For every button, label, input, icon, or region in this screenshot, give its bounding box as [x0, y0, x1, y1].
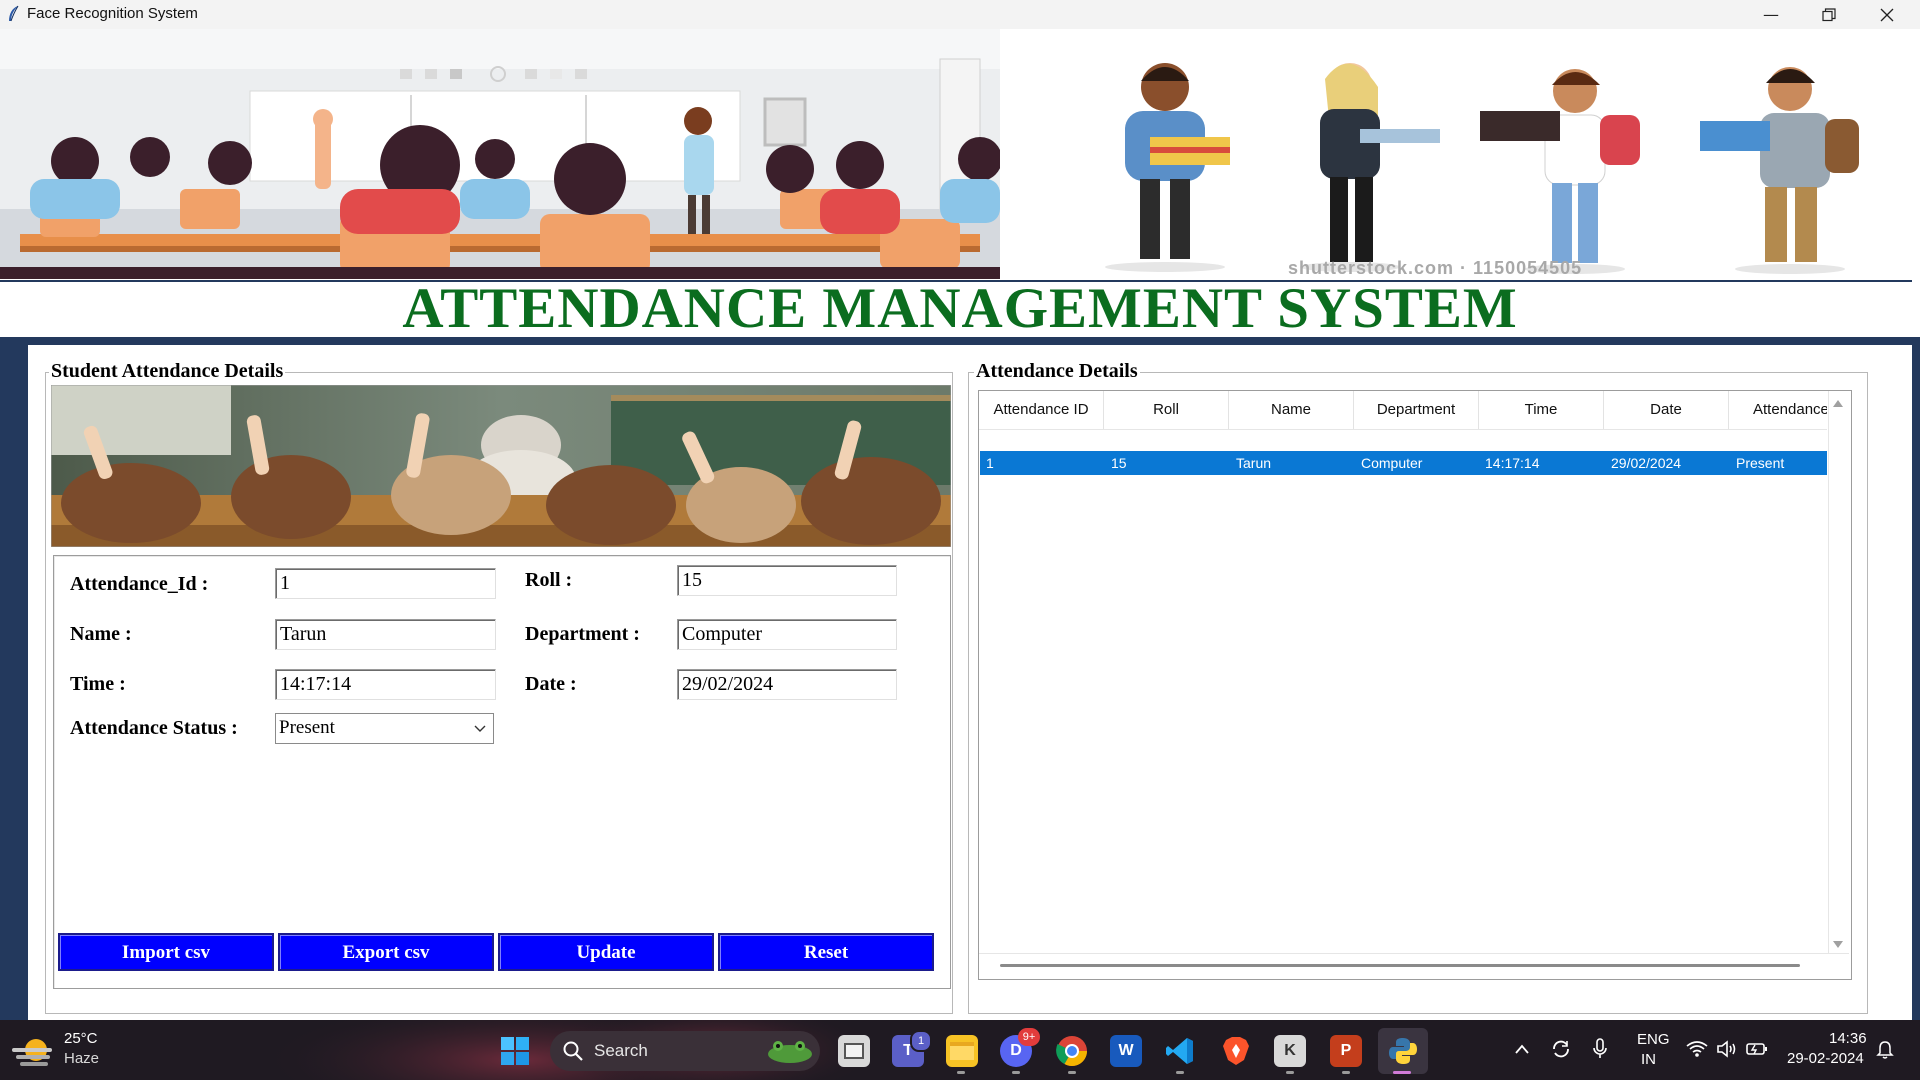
- wifi-icon[interactable]: [1686, 1040, 1708, 1058]
- microphone-icon[interactable]: [1592, 1038, 1608, 1060]
- chrome-icon[interactable]: [1056, 1035, 1088, 1067]
- file-explorer-icon[interactable]: [946, 1035, 978, 1067]
- search-icon: [563, 1041, 583, 1061]
- discord-badge: 9+: [1018, 1028, 1040, 1046]
- column-header-attendance-id[interactable]: Attendance ID: [979, 391, 1104, 429]
- running-indicator: [1012, 1071, 1020, 1074]
- date-field[interactable]: 29/02/2024: [677, 669, 897, 700]
- cell-department: Computer: [1361, 455, 1423, 471]
- time-label: Time :: [70, 673, 126, 695]
- frog-search-highlight-icon: [768, 1041, 812, 1063]
- running-indicator: [957, 1071, 965, 1074]
- cell-attendance-id: 1: [986, 455, 994, 471]
- window-title-bar[interactable]: [0, 0, 1920, 29]
- reset-button[interactable]: Reset: [718, 933, 934, 971]
- cell-time: 14:17:14: [1485, 455, 1540, 471]
- attendance-id-field[interactable]: 1: [275, 568, 496, 599]
- cell-date: 29/02/2024: [1611, 455, 1682, 471]
- cell-attendance: Present: [1736, 455, 1785, 471]
- brave-icon[interactable]: [1220, 1035, 1252, 1067]
- column-header-department[interactable]: Department: [1354, 391, 1479, 429]
- weather-temperature: 25°C: [64, 1030, 98, 1047]
- vscode-icon[interactable]: [1164, 1035, 1196, 1067]
- battery-icon[interactable]: [1746, 1041, 1768, 1057]
- active-indicator: [1393, 1071, 1411, 1074]
- minimize-button[interactable]: —: [1742, 0, 1800, 29]
- language-indicator-line1[interactable]: ENG: [1637, 1031, 1670, 1048]
- teams-badge: 1: [910, 1030, 932, 1052]
- cell-name: Tarun: [1236, 455, 1272, 471]
- feather-app-icon: [9, 5, 19, 22]
- column-header-roll[interactable]: Roll: [1104, 391, 1229, 429]
- chevron-down-icon: [474, 725, 486, 732]
- students-banner-image: [1000, 29, 1920, 279]
- start-icon[interactable]: [500, 1036, 530, 1066]
- department-field[interactable]: Computer: [677, 619, 897, 650]
- update-button[interactable]: Update: [498, 933, 714, 971]
- close-icon: [1880, 8, 1894, 21]
- running-indicator: [1176, 1071, 1184, 1074]
- attendance-details-legend: Attendance Details: [974, 360, 1140, 383]
- scroll-down-icon[interactable]: [1832, 940, 1844, 950]
- kodular-icon[interactable]: K: [1274, 1035, 1306, 1067]
- attendance-status-value: Present: [279, 717, 335, 738]
- running-indicator: [1342, 1071, 1350, 1074]
- close-button[interactable]: [1858, 0, 1916, 29]
- department-label: Department :: [525, 623, 640, 645]
- restore-icon: [1822, 7, 1836, 21]
- task-view-icon[interactable]: [838, 1035, 870, 1067]
- scroll-up-icon[interactable]: [1832, 398, 1844, 408]
- import-csv-button[interactable]: Import csv: [58, 933, 274, 971]
- minimize-icon: —: [1763, 5, 1779, 24]
- roll-label: Roll :: [525, 569, 573, 591]
- volume-icon[interactable]: [1716, 1040, 1738, 1058]
- chevron-up-icon[interactable]: [1514, 1043, 1530, 1055]
- roll-field[interactable]: 15: [677, 565, 897, 596]
- attendance-status-select[interactable]: Present: [275, 713, 494, 744]
- column-header-attendance[interactable]: Attendance: [1729, 391, 1827, 429]
- column-header-date[interactable]: Date: [1604, 391, 1729, 429]
- clock-date[interactable]: 29-02-2024: [1787, 1050, 1864, 1067]
- attendance-id-label: Attendance_Id :: [70, 573, 209, 595]
- search-placeholder: Search: [594, 1041, 648, 1060]
- time-field[interactable]: 14:17:14: [275, 669, 496, 700]
- running-indicator: [1286, 1071, 1294, 1074]
- column-header-time[interactable]: Time: [1479, 391, 1604, 429]
- cell-roll: 15: [1111, 455, 1127, 471]
- weather-condition: Haze: [64, 1050, 100, 1067]
- horizontal-scroll-thumb[interactable]: [1000, 964, 1800, 967]
- python-icon[interactable]: [1387, 1035, 1419, 1067]
- export-csv-button[interactable]: Export csv: [278, 933, 494, 971]
- date-label: Date :: [525, 673, 577, 695]
- word-icon[interactable]: W: [1110, 1035, 1142, 1067]
- vertical-scrollbar[interactable]: [1828, 391, 1850, 953]
- attendance-status-label: Attendance Status :: [70, 717, 238, 739]
- notification-bell-icon[interactable]: [1876, 1040, 1894, 1060]
- weather-icon[interactable]: [6, 1030, 56, 1070]
- classroom-banner-image: [0, 29, 1000, 279]
- classroom-photo: [51, 385, 951, 547]
- student-attendance-details-legend: Student Attendance Details: [49, 360, 286, 383]
- name-field[interactable]: Tarun: [275, 619, 496, 650]
- running-indicator: [1068, 1071, 1076, 1074]
- restore-button[interactable]: [1800, 0, 1858, 29]
- language-indicator-line2: IN: [1641, 1051, 1656, 1068]
- name-label: Name :: [70, 623, 132, 645]
- page-title: ATTENDANCE MANAGEMENT SYSTEM: [402, 277, 1518, 340]
- sync-icon[interactable]: [1550, 1038, 1572, 1060]
- clock-time[interactable]: 14:36: [1829, 1030, 1867, 1047]
- window-title: Face Recognition System: [27, 5, 198, 22]
- powerpoint-icon[interactable]: P: [1330, 1035, 1362, 1067]
- attendance-table: [978, 390, 1852, 980]
- column-header-name[interactable]: Name: [1229, 391, 1354, 429]
